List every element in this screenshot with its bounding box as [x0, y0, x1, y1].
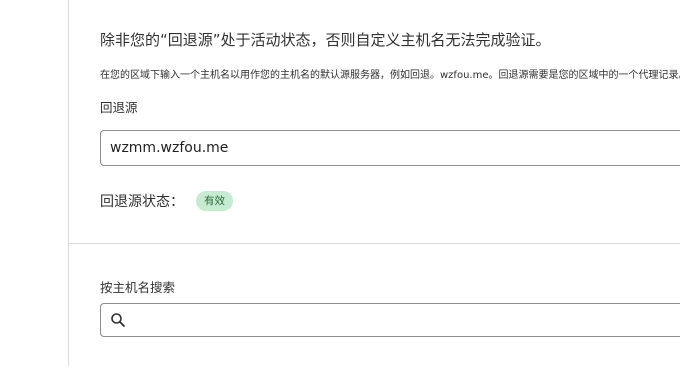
custom-hostnames-page: 除非您的“回退源”处于活动状态，否则自定义主机名无法完成验证。 在您的区域下输入…	[0, 0, 680, 366]
fallback-status-row: 回退源状态： 有效	[100, 190, 233, 212]
status-badge: 有效	[196, 191, 233, 211]
section-heading: 除非您的“回退源”处于活动状态，否则自定义主机名无法完成验证。	[100, 31, 551, 49]
hostname-search-box[interactable]	[100, 303, 680, 337]
help-text: 在您的区域下输入一个主机名以用作您的主机名的默认源服务器，例如回退。wzfou.…	[100, 70, 680, 81]
search-label: 按主机名搜索	[100, 280, 176, 295]
fallback-status-label: 回退源状态：	[100, 194, 184, 210]
section-divider	[69, 243, 680, 244]
fallback-origin-label: 回退源	[100, 100, 138, 115]
search-icon	[111, 313, 125, 327]
search-input[interactable]	[133, 304, 680, 336]
fallback-origin-input[interactable]	[100, 130, 680, 166]
fallback-origin-section: 除非您的“回退源”处于活动状态，否则自定义主机名无法完成验证。 在您的区域下输入…	[69, 0, 680, 243]
